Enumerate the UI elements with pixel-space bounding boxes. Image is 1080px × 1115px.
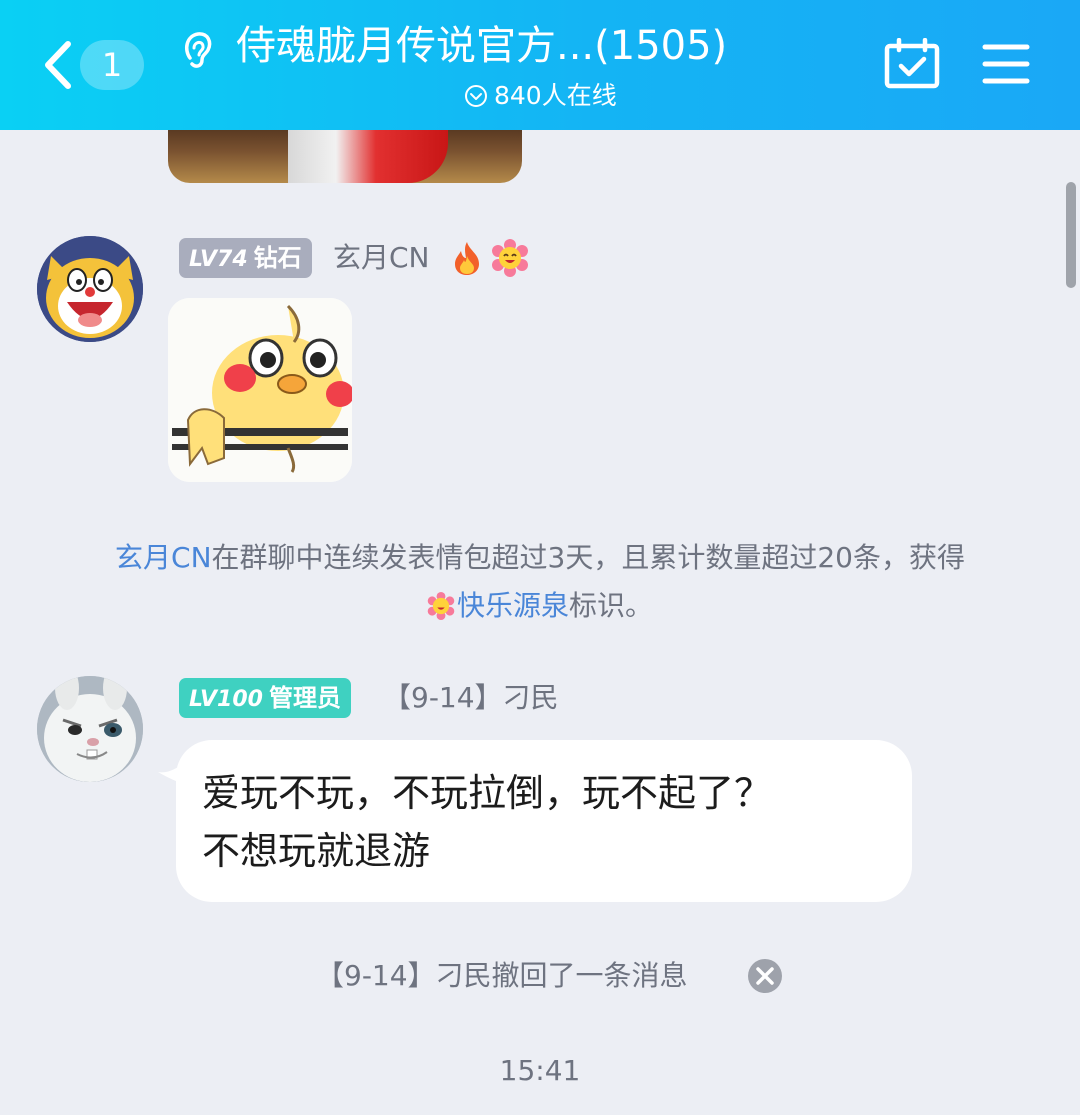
chat-header: 1 侍魂胧月传说官方...(1505) 840人在线 bbox=[0, 0, 1080, 130]
scrollbar[interactable] bbox=[1066, 182, 1076, 288]
previous-image-message[interactable] bbox=[168, 130, 522, 183]
level-badge: LV100 管理员 bbox=[179, 678, 351, 718]
sticker-message[interactable] bbox=[168, 298, 352, 482]
duck-sticker-icon bbox=[168, 298, 352, 482]
message-text[interactable]: 爱玩不玩，不玩拉倒，玩不起了？ 不想玩就退游 bbox=[202, 764, 902, 880]
close-icon[interactable] bbox=[747, 958, 783, 994]
system-notice-text: 在群聊中连续发表情包超过3天，且累计数量超过20条，获得 bbox=[211, 541, 965, 574]
menu-button[interactable] bbox=[982, 42, 1030, 86]
timestamp: 15:41 bbox=[499, 1054, 581, 1087]
avatar[interactable] bbox=[37, 676, 143, 782]
sender-name[interactable]: 玄月CN bbox=[333, 238, 430, 278]
chevron-left-icon bbox=[45, 41, 71, 89]
online-status[interactable]: 840人在线 bbox=[464, 78, 617, 114]
flower-icon bbox=[427, 592, 455, 620]
rabbit-avatar-icon bbox=[37, 676, 143, 782]
unread-count-badge[interactable]: 1 bbox=[80, 40, 144, 90]
system-notice: 玄月CN在群聊中连续发表情包超过3天，且累计数量超过20条，获得 快乐源泉标识。 bbox=[40, 534, 1040, 630]
cat-avatar-icon bbox=[37, 236, 143, 342]
avatar[interactable] bbox=[37, 236, 143, 342]
ear-icon[interactable] bbox=[180, 28, 216, 72]
chevron-down-circle-icon bbox=[465, 85, 487, 107]
flower-icon bbox=[492, 239, 528, 277]
fire-icon bbox=[455, 242, 479, 275]
system-user-link[interactable]: 玄月CN bbox=[115, 541, 212, 574]
online-count: 840人在线 bbox=[494, 81, 617, 110]
calendar-check-icon bbox=[884, 37, 940, 89]
calendar-button[interactable] bbox=[884, 37, 940, 90]
sender-name[interactable]: 【9-14】刁民 bbox=[383, 678, 559, 718]
group-title[interactable]: 侍魂胧月传说官方...(1505) bbox=[236, 18, 796, 74]
recall-notice: 【9-14】刁民撤回了一条消息 bbox=[316, 959, 688, 992]
hamburger-menu-icon bbox=[982, 44, 1030, 84]
system-badge-link[interactable]: 快乐源泉 bbox=[457, 589, 569, 622]
back-button[interactable] bbox=[38, 38, 78, 92]
system-notice-suffix: 标识。 bbox=[569, 589, 654, 622]
level-badge: LV74 钻石 bbox=[179, 238, 312, 278]
